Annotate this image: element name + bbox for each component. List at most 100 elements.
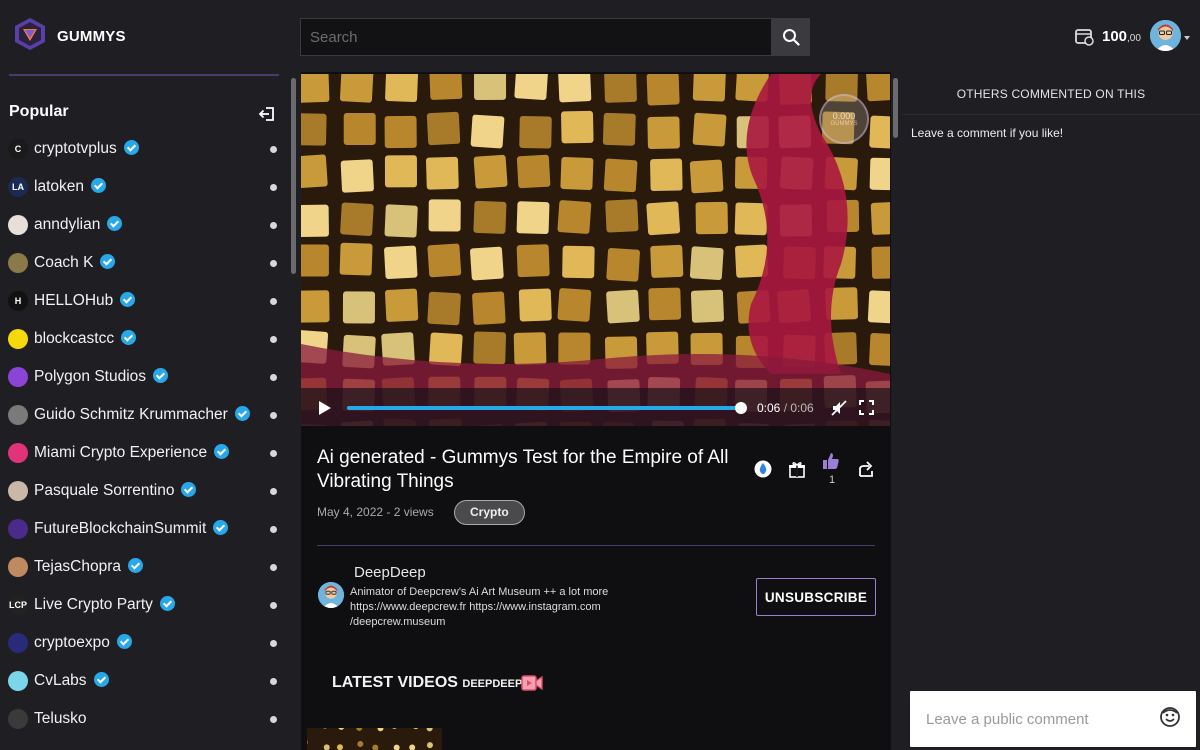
status-dot-icon [270, 640, 277, 647]
gummy-counter-label: GUMMYS [830, 121, 858, 127]
channel-name-text: Pasquale Sorrentino [34, 482, 175, 499]
sidebar-channel-item[interactable]: Polygon Studios [0, 359, 290, 397]
balance-display[interactable]: 100,00 [1102, 28, 1141, 45]
search-icon [782, 29, 800, 46]
channel-avatar [8, 709, 28, 729]
verified-icon [213, 520, 229, 535]
sidebar-channel-item[interactable]: LA latoken [0, 169, 290, 207]
channel-name-text: CvLabs [34, 672, 87, 689]
time-display: 0:06 / 0:06 [757, 401, 814, 415]
status-dot-icon [270, 184, 277, 191]
progress-knob[interactable] [735, 402, 747, 414]
progress-bar[interactable] [347, 402, 747, 414]
boost-icon[interactable] [752, 458, 774, 480]
status-dot-icon [270, 564, 277, 571]
sidebar-channel-item[interactable]: Pasquale Sorrentino [0, 473, 290, 511]
search-input[interactable] [301, 19, 772, 55]
latest-videos-title: LATEST VIDEOS DEEPDEEP [332, 674, 522, 692]
channel-avatar [8, 443, 28, 463]
sidebar-scrollbar[interactable] [291, 78, 296, 274]
creator-name[interactable]: DeepDeep [354, 564, 426, 581]
channel-avatar: C [8, 139, 28, 159]
sidebar-channel-item[interactable]: Telusko [0, 701, 290, 739]
sidebar: Popular Ccryptotvplus LA latoken anndylian C… [0, 72, 300, 750]
verified-icon [153, 368, 169, 383]
sidebar-channel-item[interactable]: CvLabs [0, 663, 290, 701]
channel-avatar [8, 405, 28, 425]
status-dot-icon [270, 374, 277, 381]
channel-avatar [8, 519, 28, 539]
user-menu-caret-icon[interactable] [1184, 36, 1190, 40]
status-dot-icon [270, 450, 277, 457]
status-dot-icon [270, 716, 277, 723]
channel-name-text: anndylian [34, 216, 101, 233]
sidebar-channel-item[interactable]: blockcastcc [0, 321, 290, 359]
channel-name: anndylian [34, 216, 123, 234]
category-tag[interactable]: Crypto [454, 500, 525, 525]
channel-name: Polygon Studios [34, 368, 169, 386]
like-icon[interactable] [820, 450, 842, 472]
channel-name-text: cryptoexpo [34, 634, 110, 651]
like-count: 1 [829, 474, 836, 486]
wallet-icon[interactable] [1075, 28, 1095, 46]
verified-icon [214, 444, 230, 459]
emoji-icon[interactable] [1159, 706, 1181, 728]
channel-avatar [8, 367, 28, 387]
share-icon[interactable] [855, 458, 877, 480]
sidebar-channel-item[interactable]: Guido Schmitz Krummacher [0, 397, 290, 435]
sidebar-channel-item[interactable]: H HELLOHub [0, 283, 290, 321]
status-dot-icon [270, 488, 277, 495]
gummy-counter-value: 0.000 [832, 111, 856, 121]
latest-videos-channel: DEEPDEEP [462, 678, 523, 690]
sidebar-channel-item[interactable]: TejasChopra [0, 549, 290, 587]
channel-name: Live Crypto Party [34, 596, 175, 614]
status-dot-icon [270, 336, 277, 343]
verified-icon [90, 178, 106, 193]
user-avatar[interactable] [1150, 20, 1181, 51]
gift-icon[interactable] [786, 458, 808, 480]
channel-avatar: LA [8, 177, 28, 197]
sidebar-channel-item[interactable]: Coach K [0, 245, 290, 283]
time-current: 0:06 [757, 401, 781, 415]
latest-video-thumbnail[interactable] [307, 728, 442, 750]
sidebar-channel-item[interactable]: Miami Crypto Experience [0, 435, 290, 473]
status-dot-icon [270, 146, 277, 153]
channel-name-text: cryptotvplus [34, 140, 117, 157]
channel-name: TejasChopra [34, 558, 144, 576]
sidebar-channel-item[interactable]: anndylian [0, 207, 290, 245]
video-player[interactable]: 0.000 GUMMYS 0:06 / 0:06 [301, 74, 890, 426]
gummy-counter[interactable]: 0.000 GUMMYS [819, 94, 869, 144]
brand-name[interactable]: GUMMYS [57, 28, 126, 45]
gummys-logo[interactable] [14, 17, 46, 51]
play-icon[interactable] [319, 401, 331, 415]
channel-avatar [8, 557, 28, 577]
time-total: 0:06 [790, 401, 814, 415]
sidebar-channel-item[interactable]: LCP Live Crypto Party [0, 587, 290, 625]
comment-input[interactable] [910, 691, 1150, 747]
channel-name: Telusko [34, 710, 87, 728]
channel-name-text: Miami Crypto Experience [34, 444, 208, 461]
creator-avatar[interactable] [318, 582, 344, 608]
search-button[interactable] [771, 18, 810, 56]
sidebar-channel-item[interactable]: Ccryptotvplus [0, 131, 290, 169]
unsubscribe-button[interactable]: UNSUBSCRIBE [756, 578, 876, 616]
verified-icon [116, 634, 132, 649]
channel-name-text: TejasChopra [34, 558, 122, 575]
channel-avatar: H [8, 291, 28, 311]
status-dot-icon [270, 678, 277, 685]
channel-name: cryptotvplus [34, 140, 139, 158]
channel-name: FutureBlockchainSummit [34, 520, 229, 538]
sidebar-channel-item[interactable]: FutureBlockchainSummit [0, 511, 290, 549]
verified-icon [181, 482, 197, 497]
video-camera-icon [521, 675, 543, 691]
channel-name-text: latoken [34, 178, 84, 195]
main-scrollbar[interactable] [893, 78, 898, 138]
channel-name: Guido Schmitz Krummacher [34, 406, 250, 424]
channel-list: Ccryptotvplus LA latoken anndylian Coach K HH… [0, 131, 290, 739]
channel-name-text: Coach K [34, 254, 94, 271]
fullscreen-icon[interactable] [859, 400, 874, 415]
section-divider [317, 545, 875, 546]
mute-icon[interactable] [831, 400, 847, 416]
sidebar-channel-item[interactable]: cryptoexpo [0, 625, 290, 663]
collapse-sidebar-icon[interactable] [258, 106, 276, 122]
